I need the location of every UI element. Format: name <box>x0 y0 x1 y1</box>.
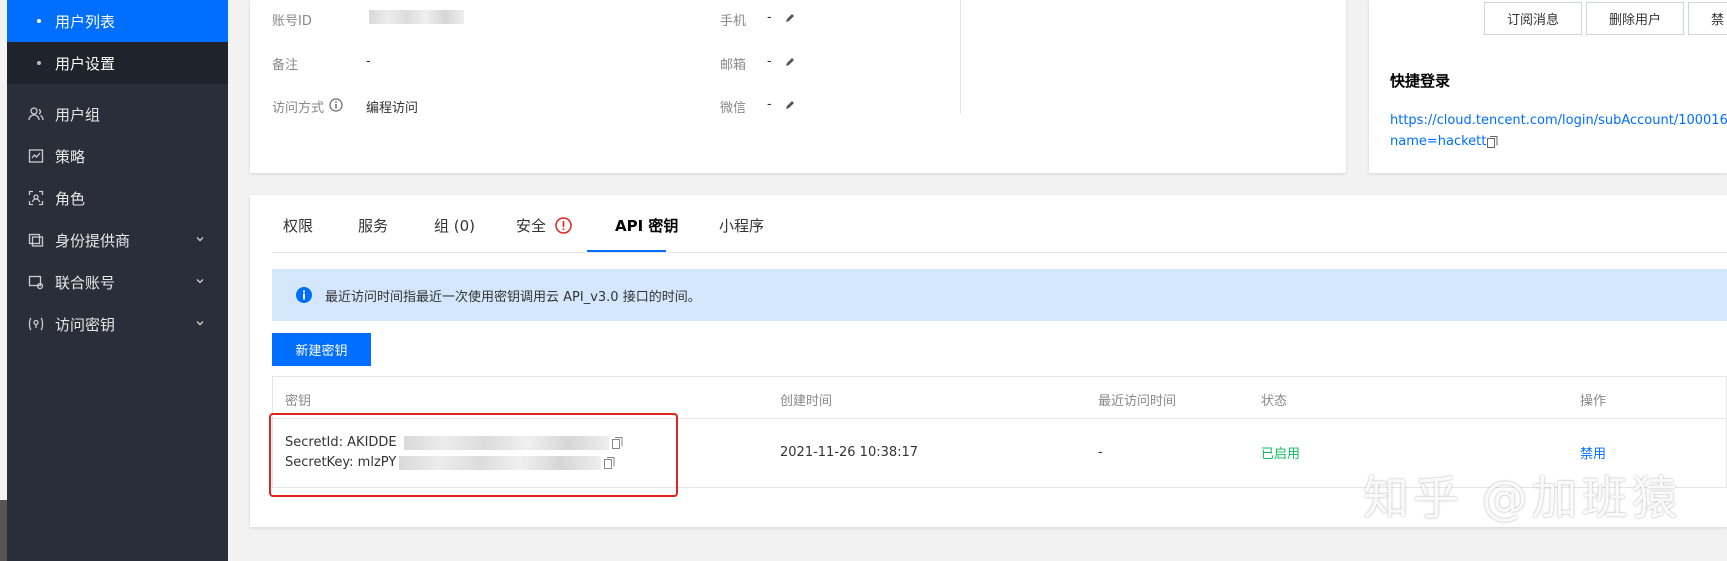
chevron-down-icon <box>196 237 204 242</box>
role-icon <box>27 189 45 207</box>
phone-label: 手机 <box>720 14 747 29</box>
wechat-label: 微信 <box>720 101 747 116</box>
sidebar-item-identity-provider[interactable]: 身份提供商 <box>7 219 228 261</box>
tab-groups[interactable]: 组 (0) <box>434 215 475 236</box>
chevron-down-icon <box>196 279 204 284</box>
federated-account-icon <box>27 273 45 291</box>
identity-provider-icon <box>27 231 45 249</box>
created-time: 2021-11-26 10:38:17 <box>780 445 919 460</box>
quick-login-link-line1: https://cloud.tencent.com/login/subAccou… <box>1390 113 1727 128</box>
account-id-label: 账号ID <box>272 14 312 29</box>
sidebar-item-label: 身份提供商 <box>55 231 131 250</box>
sidebar-edge <box>0 0 7 561</box>
subscribe-message-button[interactable]: 订阅消息 <box>1484 2 1582 35</box>
table-header: 密钥 创建时间 最近访问时间 状态 操作 <box>272 376 1727 418</box>
account-id-value-redacted <box>369 10 464 24</box>
user-info-card: 账号ID 备注 - 访问方式 编程访问 手机 - 邮箱 - 微信 - <box>250 0 1346 173</box>
tab-security-label: 安全 <box>516 217 547 235</box>
tab-divider <box>272 252 1727 253</box>
last-access-time: - <box>1098 445 1103 460</box>
edit-phone-icon[interactable] <box>784 12 796 24</box>
access-mode-label: 访问方式 <box>272 101 325 116</box>
edit-email-icon[interactable] <box>784 56 796 68</box>
column-header-status: 状态 <box>1261 394 1288 409</box>
note-label: 备注 <box>272 58 299 73</box>
bullet-icon <box>37 61 41 65</box>
access-key-icon <box>27 315 45 333</box>
disable-user-button[interactable]: 禁 <box>1688 2 1727 35</box>
sidebar-item-role[interactable]: 角色 <box>7 177 228 219</box>
sidebar-item-federated-account[interactable]: 联合账号 <box>7 261 228 303</box>
bullet-icon <box>37 19 41 23</box>
sidebar-item-user-group[interactable]: 用户组 <box>7 93 228 135</box>
info-icon[interactable] <box>329 98 343 112</box>
status-badge: 已启用 <box>1261 447 1301 462</box>
sidebar-item-label: 用户设置 <box>55 54 116 73</box>
disable-key-link[interactable]: 禁用 <box>1580 443 1606 462</box>
column-divider <box>960 0 961 114</box>
user-group-icon <box>27 105 45 123</box>
sidebar-item-label: 用户列表 <box>55 12 116 31</box>
sidebar-item-policy[interactable]: 策略 <box>7 135 228 177</box>
access-mode-value: 编程访问 <box>366 101 419 116</box>
sidebar-item-label: 联合账号 <box>55 273 116 292</box>
delete-user-button[interactable]: 删除用户 <box>1586 2 1684 35</box>
info-banner: 最近访问时间指最近一次使用密钥调用云 API_v3.0 接口的时间。 <box>272 269 1727 321</box>
column-header-operation: 操作 <box>1580 394 1607 409</box>
column-header-last-access: 最近访问时间 <box>1098 394 1177 409</box>
sidebar-item-label: 访问密钥 <box>55 315 116 334</box>
email-value: - <box>767 54 772 69</box>
info-banner-text: 最近访问时间指最近一次使用密钥调用云 API_v3.0 接口的时间。 <box>325 290 701 305</box>
tab-services[interactable]: 服务 <box>358 215 388 236</box>
email-label: 邮箱 <box>720 58 747 73</box>
sidebar-item-user-settings[interactable]: 用户设置 <box>7 42 228 84</box>
sidebar-item-label: 策略 <box>55 147 86 166</box>
sidebar-edge-dark <box>0 500 7 561</box>
note-value: - <box>366 54 371 69</box>
highlight-box <box>269 413 678 497</box>
watermark: 知乎 @加班猿 <box>1363 471 1682 525</box>
new-key-button[interactable]: 新建密钥 <box>272 333 371 366</box>
copy-icon[interactable] <box>1487 135 1498 148</box>
tab-mini-program[interactable]: 小程序 <box>719 215 764 236</box>
phone-value: - <box>767 10 772 25</box>
chevron-down-icon <box>196 321 204 326</box>
sidebar-item-label: 用户组 <box>55 105 101 124</box>
wechat-value: - <box>767 97 772 112</box>
tab-api-keys[interactable]: API 密钥 <box>615 215 678 236</box>
policy-icon <box>27 147 45 165</box>
column-header-key: 密钥 <box>285 394 312 409</box>
quick-login-link[interactable]: https://cloud.tencent.com/login/subAccou… <box>1390 110 1727 152</box>
quick-login-card: 订阅消息 删除用户 禁 快捷登录 https://cloud.tencent.c… <box>1369 0 1727 173</box>
sidebar-item-user-list[interactable]: 用户列表 <box>7 0 228 42</box>
quick-login-title: 快捷登录 <box>1390 72 1451 90</box>
column-header-created: 创建时间 <box>780 394 833 409</box>
tab-permissions[interactable]: 权限 <box>283 215 313 236</box>
sidebar-item-access-key[interactable]: 访问密钥 <box>7 303 228 345</box>
sidebar: 用户列表 用户设置 用户组 策略 角色 身份提供商 联合账号 访问密钥 <box>0 0 228 561</box>
info-icon <box>296 287 312 303</box>
quick-login-link-line2: name=hackett <box>1390 134 1487 149</box>
warning-icon <box>555 217 572 234</box>
sidebar-item-label: 角色 <box>55 189 86 208</box>
tab-security[interactable]: 安全 <box>516 215 572 236</box>
edit-wechat-icon[interactable] <box>784 99 796 111</box>
